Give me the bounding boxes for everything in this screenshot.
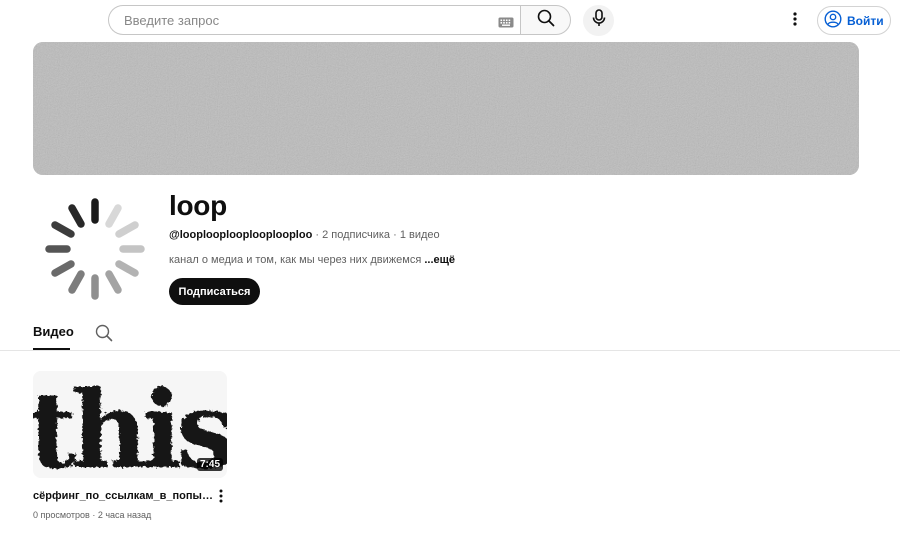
video-views: 0 просмотров: [33, 510, 90, 520]
channel-meta: @looplooplooplooplooploo · 2 подписчика …: [169, 229, 440, 241]
search-icon: [95, 324, 113, 346]
channel-banner: [33, 42, 859, 175]
description-more-link[interactable]: ...ещё: [424, 254, 455, 266]
more-vertical-icon: [219, 489, 223, 505]
voice-search-button[interactable]: [583, 5, 614, 36]
video-more-button[interactable]: [214, 489, 228, 505]
channel-name: loop: [169, 190, 227, 221]
channel-description: канал о медиа и том, как мы через них дв…: [169, 254, 422, 266]
signin-button[interactable]: Войти: [817, 6, 891, 35]
settings-menu-button[interactable]: [785, 10, 805, 32]
more-vertical-icon: [793, 11, 797, 31]
keyboard-icon[interactable]: [498, 15, 514, 33]
channel-search-button[interactable]: [95, 324, 113, 347]
search-icon: [537, 9, 555, 32]
search-box[interactable]: [108, 5, 520, 35]
meta-separator: ·: [92, 510, 96, 520]
microphone-icon: [592, 9, 606, 32]
subscriber-count: 2 подписчика: [322, 229, 391, 241]
video-title[interactable]: сёрфинг_по_ссылкам_в_попытках_найти_то_ч…: [33, 490, 213, 502]
video-duration-badge: 7:45: [197, 458, 224, 471]
tab-videos[interactable]: Видео: [33, 324, 74, 339]
video-meta: 0 просмотров · 2 часа назад: [33, 510, 151, 520]
signin-label: Войти: [847, 13, 884, 28]
subscribe-button[interactable]: Подписаться: [169, 278, 260, 305]
meta-separator: ·: [393, 229, 397, 241]
channel-avatar: [40, 194, 150, 304]
video-age: 2 часа назад: [97, 510, 152, 520]
tabs-divider: [0, 350, 900, 351]
channel-description-row[interactable]: канал о медиа и том, как мы через них дв…: [169, 254, 455, 266]
meta-separator: ·: [315, 229, 320, 241]
search-input[interactable]: [122, 11, 486, 29]
channel-handle: @looplooplooplooplooploo: [169, 229, 313, 241]
account-icon: [824, 10, 842, 31]
search-button[interactable]: [520, 5, 571, 35]
video-count: 1 видео: [399, 229, 440, 241]
